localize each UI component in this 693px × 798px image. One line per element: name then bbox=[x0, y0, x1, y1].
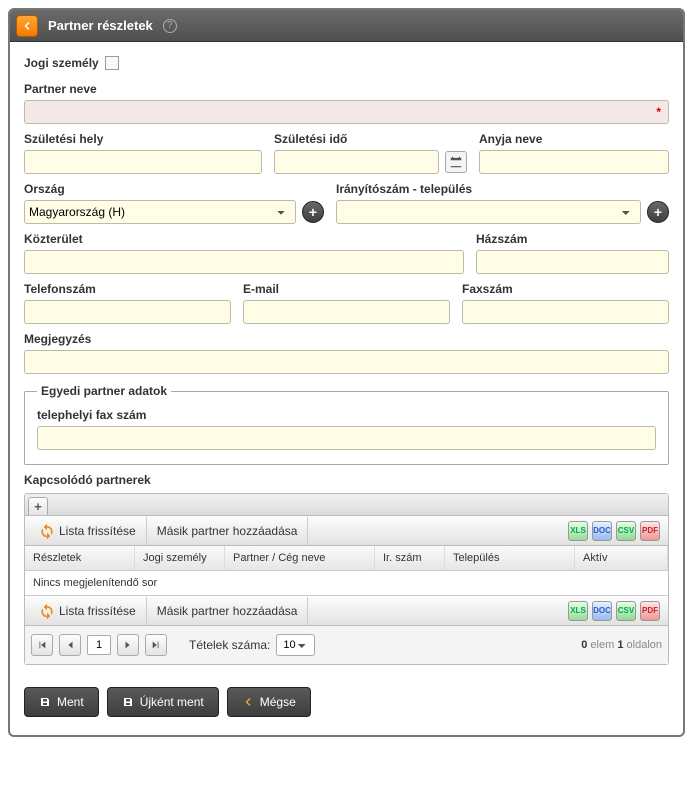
birth-time-input[interactable] bbox=[274, 150, 439, 174]
refresh-list-button[interactable]: Lista frissítése bbox=[29, 517, 147, 545]
cancel-label: Mégse bbox=[260, 695, 296, 709]
zip-city-select[interactable] bbox=[336, 200, 641, 224]
partner-details-window: Partner részletek ? Jogi személy Partner… bbox=[8, 8, 685, 737]
required-icon: * bbox=[656, 105, 661, 119]
export-csv-icon-bottom[interactable]: CSV bbox=[616, 601, 636, 621]
grid-toolbar-bottom: Lista frissítése Másik partner hozzáadás… bbox=[25, 596, 668, 626]
related-partners-label: Kapcsolódó partnerek bbox=[24, 473, 669, 487]
email-label: E-mail bbox=[243, 282, 450, 296]
save-button[interactable]: Ment bbox=[24, 687, 99, 717]
cancel-button[interactable]: Mégse bbox=[227, 687, 311, 717]
col-details[interactable]: Részletek bbox=[25, 546, 135, 570]
save-label: Ment bbox=[57, 695, 84, 709]
add-partner-button[interactable]: Másik partner hozzáadása bbox=[147, 517, 309, 545]
legal-entity-label: Jogi személy bbox=[24, 56, 99, 70]
export-doc-icon[interactable]: DOC bbox=[592, 521, 612, 541]
pager-last-button[interactable] bbox=[145, 634, 167, 656]
refresh-list-label-bottom: Lista frissítése bbox=[59, 604, 136, 618]
house-no-input[interactable] bbox=[476, 250, 669, 274]
grid-toolbar-top: Lista frissítése Másik partner hozzáadás… bbox=[25, 516, 668, 546]
fax-input[interactable] bbox=[462, 300, 669, 324]
export-pdf-icon[interactable]: PDF bbox=[640, 521, 660, 541]
back-button[interactable] bbox=[16, 15, 38, 37]
partner-name-label: Partner neve bbox=[24, 82, 669, 96]
pager-items-label: Tételek száma: bbox=[189, 638, 270, 652]
country-label: Ország bbox=[24, 182, 324, 196]
export-csv-icon[interactable]: CSV bbox=[616, 521, 636, 541]
export-pdf-icon-bottom[interactable]: PDF bbox=[640, 601, 660, 621]
pager-elem-text: elem bbox=[590, 639, 614, 651]
pager-count-one: 1 bbox=[617, 639, 623, 651]
add-partner-label-bottom: Másik partner hozzáadása bbox=[157, 604, 298, 618]
tab-strip: + bbox=[25, 494, 668, 516]
mother-name-label: Anyja neve bbox=[479, 132, 669, 146]
custom-fax-label: telephelyi fax szám bbox=[37, 408, 656, 422]
mother-name-input[interactable] bbox=[479, 150, 669, 174]
col-city[interactable]: Település bbox=[445, 546, 575, 570]
birth-time-label: Születési idő bbox=[274, 132, 467, 146]
phone-input[interactable] bbox=[24, 300, 231, 324]
pager-first-button[interactable] bbox=[31, 634, 53, 656]
pager: Tételek száma: 10 0 elem 1 oldalon bbox=[25, 626, 668, 664]
calendar-icon[interactable] bbox=[445, 151, 467, 173]
pager-count-zero: 0 bbox=[581, 639, 587, 651]
country-select[interactable]: Magyarország (H) bbox=[24, 200, 296, 224]
phone-label: Telefonszám bbox=[24, 282, 231, 296]
refresh-list-button-bottom[interactable]: Lista frissítése bbox=[29, 597, 147, 625]
pager-summary: 0 elem 1 oldalon bbox=[581, 639, 662, 651]
note-input[interactable] bbox=[24, 350, 669, 374]
export-icons-top: XLS DOC CSV PDF bbox=[568, 521, 664, 541]
pager-oldalon-text: oldalon bbox=[627, 639, 662, 651]
action-bar: Ment Újként ment Mégse bbox=[24, 687, 669, 717]
col-legal[interactable]: Jogi személy bbox=[135, 546, 225, 570]
export-icons-bottom: XLS DOC CSV PDF bbox=[568, 601, 664, 621]
refresh-list-label: Lista frissítése bbox=[59, 524, 136, 538]
add-partner-button-bottom[interactable]: Másik partner hozzáadása bbox=[147, 597, 309, 625]
legal-entity-checkbox[interactable] bbox=[105, 56, 119, 70]
partner-name-input[interactable] bbox=[24, 100, 669, 124]
save-as-new-button[interactable]: Újként ment bbox=[107, 687, 219, 717]
birth-place-label: Születési hely bbox=[24, 132, 262, 146]
related-partners-panel: + Lista frissítése Másik partner hozzáad… bbox=[24, 493, 669, 665]
add-zip-city-button[interactable]: + bbox=[647, 201, 669, 223]
custom-data-fieldset: Egyedi partner adatok telephelyi fax szá… bbox=[24, 384, 669, 465]
add-country-button[interactable]: + bbox=[302, 201, 324, 223]
pager-page-input[interactable] bbox=[87, 635, 111, 655]
export-doc-icon-bottom[interactable]: DOC bbox=[592, 601, 612, 621]
help-icon[interactable]: ? bbox=[163, 19, 177, 33]
note-label: Megjegyzés bbox=[24, 332, 669, 346]
email-input[interactable] bbox=[243, 300, 450, 324]
save-as-new-label: Újként ment bbox=[140, 695, 204, 709]
pager-prev-button[interactable] bbox=[59, 634, 81, 656]
add-tab-button[interactable]: + bbox=[28, 497, 48, 515]
pager-next-button[interactable] bbox=[117, 634, 139, 656]
form-body: Jogi személy Partner neve * Születési he… bbox=[10, 42, 683, 735]
street-label: Közterület bbox=[24, 232, 464, 246]
col-name[interactable]: Partner / Cég neve bbox=[225, 546, 375, 570]
export-xls-icon[interactable]: XLS bbox=[568, 521, 588, 541]
window-title: Partner részletek bbox=[48, 18, 153, 33]
title-bar: Partner részletek ? bbox=[10, 10, 683, 42]
grid-empty-row: Nincs megjelenítendő sor bbox=[25, 571, 668, 596]
zip-city-label: Irányítószám - település bbox=[336, 182, 669, 196]
export-xls-icon-bottom[interactable]: XLS bbox=[568, 601, 588, 621]
add-partner-label: Másik partner hozzáadása bbox=[157, 524, 298, 538]
col-active[interactable]: Aktív bbox=[575, 546, 668, 570]
pager-page-size-select[interactable]: 10 bbox=[276, 634, 315, 656]
street-input[interactable] bbox=[24, 250, 464, 274]
col-zip[interactable]: Ir. szám bbox=[375, 546, 445, 570]
fax-label: Faxszám bbox=[462, 282, 669, 296]
house-no-label: Házszám bbox=[476, 232, 669, 246]
custom-data-legend: Egyedi partner adatok bbox=[37, 384, 171, 398]
custom-fax-input[interactable] bbox=[37, 426, 656, 450]
grid-header: Részletek Jogi személy Partner / Cég nev… bbox=[25, 546, 668, 571]
birth-place-input[interactable] bbox=[24, 150, 262, 174]
